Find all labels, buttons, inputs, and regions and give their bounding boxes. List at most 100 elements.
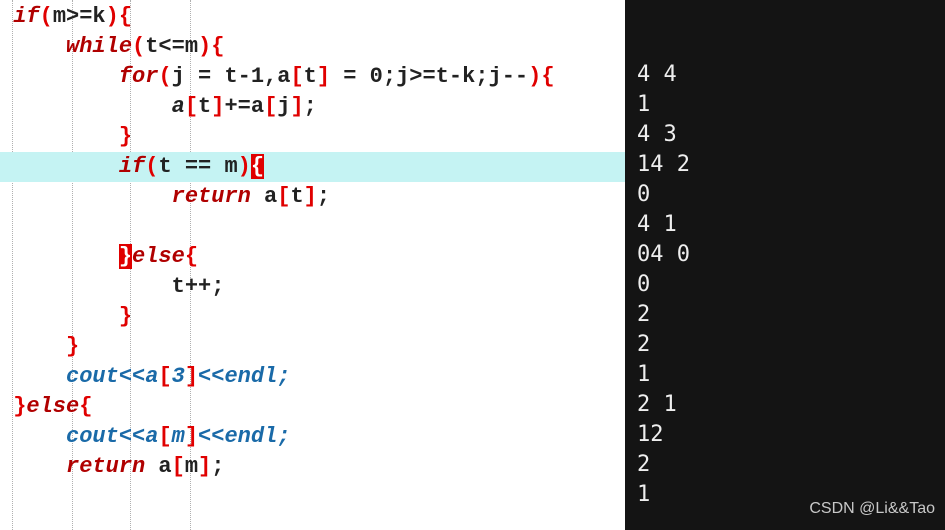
code-token: ) [106, 4, 119, 29]
terminal-line: 0 [637, 180, 933, 210]
code-token: ) [238, 154, 251, 179]
code-editor[interactable]: if(m>=k){ while(t<=m){ for(j = t-1,a[t] … [0, 0, 625, 530]
code-token: t == m [158, 154, 237, 179]
code-token: [ [290, 64, 303, 89]
code-token [0, 454, 66, 479]
terminal-line: 4 4 [637, 60, 933, 90]
code-token: ] [317, 64, 330, 89]
code-token: ] [185, 364, 198, 389]
code-token: [ [185, 94, 198, 119]
code-token: t<=m [145, 34, 198, 59]
terminal-line: 4 3 [637, 120, 933, 150]
terminal-line: 14 2 [637, 150, 933, 180]
code-line[interactable]: }else{ [0, 392, 625, 422]
code-token [0, 424, 66, 449]
terminal-line: 2 1 [637, 390, 933, 420]
code-token: cout<<a [66, 424, 158, 449]
code-token: m>=k [53, 4, 106, 29]
code-token: } [119, 304, 132, 329]
code-token: a [172, 94, 185, 119]
code-token: ) [198, 34, 211, 59]
code-token [0, 124, 119, 149]
code-token: a [251, 184, 277, 209]
code-line[interactable]: } [0, 332, 625, 362]
code-token: { [541, 64, 554, 89]
code-token: ( [132, 34, 145, 59]
code-line[interactable]: a[t]+=a[j]; [0, 92, 625, 122]
code-line[interactable]: cout<<a[3]<<endl; [0, 362, 625, 392]
code-token: cout<<a [66, 364, 158, 389]
code-token: j = t-1,a [172, 64, 291, 89]
code-token: ] [304, 184, 317, 209]
code-line[interactable]: t++; [0, 272, 625, 302]
code-line[interactable]: return a[m]; [0, 452, 625, 482]
code-token: if [119, 154, 145, 179]
code-token [0, 334, 66, 359]
code-token: { [251, 154, 264, 179]
code-token: } [13, 394, 26, 419]
code-token: { [119, 4, 132, 29]
code-token: if [13, 4, 39, 29]
code-token: j [277, 94, 290, 119]
code-token: m [172, 424, 185, 449]
code-token [0, 184, 172, 209]
code-token [0, 274, 172, 299]
code-line[interactable]: if(t == m){ [0, 152, 625, 182]
code-token [0, 154, 119, 179]
code-line[interactable] [0, 212, 625, 242]
terminal-line: 1 [637, 90, 933, 120]
code-token: { [211, 34, 224, 59]
code-line[interactable]: if(m>=k){ [0, 2, 625, 32]
terminal-line: 04 0 [637, 240, 933, 270]
code-token: { [185, 244, 198, 269]
code-token: ) [528, 64, 541, 89]
code-token: ] [185, 424, 198, 449]
code-token: ( [145, 154, 158, 179]
code-token: } [66, 334, 79, 359]
code-token: else [132, 244, 185, 269]
code-token: [ [277, 184, 290, 209]
code-token [0, 4, 13, 29]
code-token: [ [158, 424, 171, 449]
code-token: while [66, 34, 132, 59]
terminal-line: 1 [637, 480, 933, 510]
code-token: ( [40, 4, 53, 29]
code-line[interactable]: }else{ [0, 242, 625, 272]
code-token [0, 214, 13, 239]
code-token: t++; [172, 274, 225, 299]
terminal-output[interactable]: 4 414 314 204 104 002212 11221 CSDN @Li&… [625, 0, 945, 530]
code-token: [ [172, 454, 185, 479]
code-token: [ [158, 364, 171, 389]
code-token [0, 304, 119, 329]
terminal-line: 2 [637, 330, 933, 360]
code-token [0, 64, 119, 89]
terminal-line: 2 [637, 300, 933, 330]
code-token: t [290, 184, 303, 209]
code-token [0, 244, 119, 269]
code-line[interactable]: for(j = t-1,a[t] = 0;j>=t-k;j--){ [0, 62, 625, 92]
code-token: t [198, 94, 211, 119]
code-line[interactable]: } [0, 302, 625, 332]
code-token: <<endl; [198, 364, 290, 389]
code-token: = 0;j>=t-k;j-- [330, 64, 528, 89]
code-token: else [26, 394, 79, 419]
code-line[interactable]: } [0, 122, 625, 152]
code-token: ( [158, 64, 171, 89]
code-token: ; [304, 94, 317, 119]
code-token: [ [264, 94, 277, 119]
code-token [0, 394, 13, 419]
code-token: for [119, 64, 159, 89]
code-token: { [79, 394, 92, 419]
code-token [0, 34, 66, 59]
code-line[interactable]: return a[t]; [0, 182, 625, 212]
code-token: } [119, 244, 132, 269]
code-token: ; [317, 184, 330, 209]
code-token: m [185, 454, 198, 479]
code-token: ] [290, 94, 303, 119]
terminal-line: 1 [637, 360, 933, 390]
code-token [0, 364, 66, 389]
terminal-line: 2 [637, 450, 933, 480]
code-line[interactable]: while(t<=m){ [0, 32, 625, 62]
code-token: ] [198, 454, 211, 479]
code-line[interactable]: cout<<a[m]<<endl; [0, 422, 625, 452]
